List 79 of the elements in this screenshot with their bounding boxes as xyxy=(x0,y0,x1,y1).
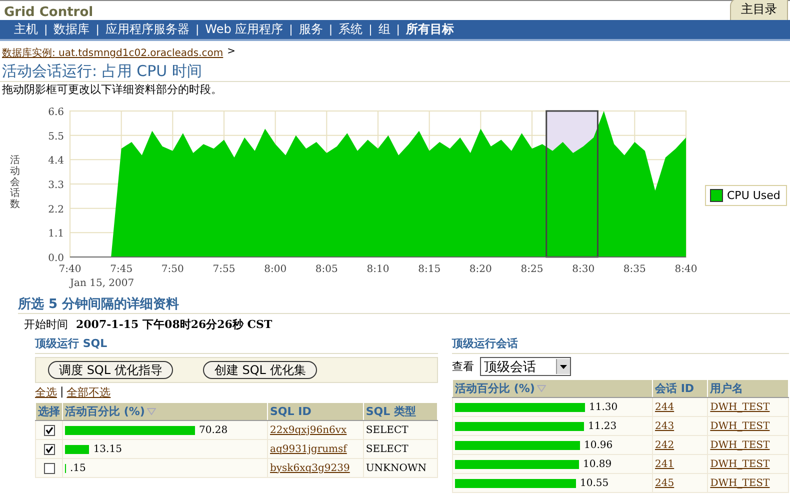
sql-type-cell: UNKNOWN xyxy=(363,458,438,478)
x-tick-label: 8:00 xyxy=(264,264,287,275)
nav-separator: | xyxy=(396,23,400,36)
nav-separator: | xyxy=(368,23,372,36)
y-tick-label: 6.6 xyxy=(48,107,64,118)
row-checkbox[interactable] xyxy=(44,444,54,454)
y-tick-label: 0.0 xyxy=(48,253,64,264)
select-none-link[interactable]: 全部不选 xyxy=(66,385,111,400)
row-checkbox[interactable] xyxy=(44,462,54,474)
column-header[interactable]: 会话 ID xyxy=(652,380,708,398)
product-name: Grid Control xyxy=(3,5,94,20)
nav-tab[interactable]: 系统 xyxy=(332,21,369,38)
column-header: 选择 xyxy=(36,402,62,420)
x-tick-label: 8:20 xyxy=(469,264,492,275)
nav-tab[interactable]: 组 xyxy=(372,21,396,38)
nav-separator: | xyxy=(195,23,200,36)
panel-title: 顶级运行会话 xyxy=(452,334,789,354)
y-tick-label: 4.4 xyxy=(48,156,64,167)
activity-value: 10.96 xyxy=(584,440,613,450)
x-tick-label: 8:35 xyxy=(623,264,646,275)
start-time-value: 2007-1-15 下午08时26分26秒 CST xyxy=(76,317,272,332)
selection-box[interactable] xyxy=(546,110,598,258)
x-tick-label: 7:55 xyxy=(212,264,236,275)
breadcrumb-link[interactable]: 数据库实例: uat.tdsmngd1c02.oracleads.com xyxy=(2,46,224,60)
row-checkbox[interactable] xyxy=(44,424,54,436)
action-button[interactable]: 创建 SQL 优化集 xyxy=(203,361,317,379)
y-tick-label: 2.2 xyxy=(48,204,64,216)
nav-separator: | xyxy=(44,23,48,36)
x-tick-label: 7:50 xyxy=(161,264,184,275)
home-tab[interactable]: 主目录 xyxy=(730,0,788,20)
nav-tab[interactable]: 数据库 xyxy=(48,21,96,38)
activity-value: 10.89 xyxy=(583,458,612,470)
x-tick-label: 7:45 xyxy=(110,264,133,275)
sql-type-cell: SELECT xyxy=(363,440,438,458)
x-tick-label: 7:40 xyxy=(58,264,82,275)
sql-type-cell: SELECT xyxy=(363,420,438,440)
nav-separator: | xyxy=(328,23,333,36)
view-dropdown[interactable]: 顶级会话 xyxy=(480,357,571,376)
action-button[interactable]: 调度 SQL 优化指导 xyxy=(48,361,174,379)
column-header[interactable]: 活动百分比 (%) xyxy=(452,380,652,398)
view-label: 查看 xyxy=(452,359,474,374)
page-title: 活动会话运行: 占用 CPU 时间 xyxy=(0,62,790,82)
x-tick-label: 8:25 xyxy=(520,264,544,275)
column-header[interactable]: 用户名 xyxy=(708,380,788,398)
link-separator: | xyxy=(60,385,64,400)
nav-tab[interactable]: 所有目标 xyxy=(400,21,460,38)
x-tick-label: 8:10 xyxy=(366,264,390,275)
nav-separator: | xyxy=(289,23,293,36)
select-all-link[interactable]: 全选 xyxy=(35,385,57,400)
nav-tab[interactable]: Web 应用程序 xyxy=(199,21,290,38)
breadcrumb-separator: > xyxy=(227,46,236,59)
dropdown-arrow-icon xyxy=(560,364,567,368)
nav-separator: | xyxy=(96,23,100,36)
start-time-label: 开始时间 xyxy=(24,317,68,332)
instruction-text: 拖动阴影框可更改以下详细资料部分的时段。 xyxy=(1,82,223,97)
x-axis-date: Jan 15, 2007 xyxy=(70,278,134,289)
activity-value: 70.28 xyxy=(199,424,228,436)
y-axis-label: 活动会话数 xyxy=(10,155,20,210)
nav-tab[interactable]: 主机 xyxy=(8,21,44,38)
nav-tab[interactable]: 服务 xyxy=(292,21,329,38)
column-header[interactable]: 活动百分比 (%) xyxy=(62,402,268,420)
activity-value: 11.30 xyxy=(589,402,618,412)
x-tick-label: 8:05 xyxy=(315,264,338,275)
column-header[interactable]: SQL 类型 xyxy=(363,402,438,420)
activity-value: 10.55 xyxy=(580,478,609,488)
panel-title: 顶级运行 SQL xyxy=(35,334,438,354)
activity-value: .15 xyxy=(70,462,86,474)
nav-tab[interactable]: 应用程序服务器 xyxy=(99,21,196,38)
activity-value: 13.15 xyxy=(93,444,122,454)
y-tick-label: 1.1 xyxy=(48,228,64,240)
x-tick-label: 8:40 xyxy=(674,264,698,275)
x-tick-label: 8:30 xyxy=(572,264,595,275)
section-title: 所选 5 分钟间隔的详细资料 xyxy=(18,295,790,314)
column-header[interactable]: SQL ID xyxy=(268,402,364,420)
x-tick-label: 8:15 xyxy=(418,264,441,275)
chart-legend: CPU Used xyxy=(705,185,788,206)
y-tick-label: 3.3 xyxy=(48,180,64,191)
activity-value: 11.23 xyxy=(588,420,617,432)
y-tick-label: 5.5 xyxy=(48,131,64,142)
